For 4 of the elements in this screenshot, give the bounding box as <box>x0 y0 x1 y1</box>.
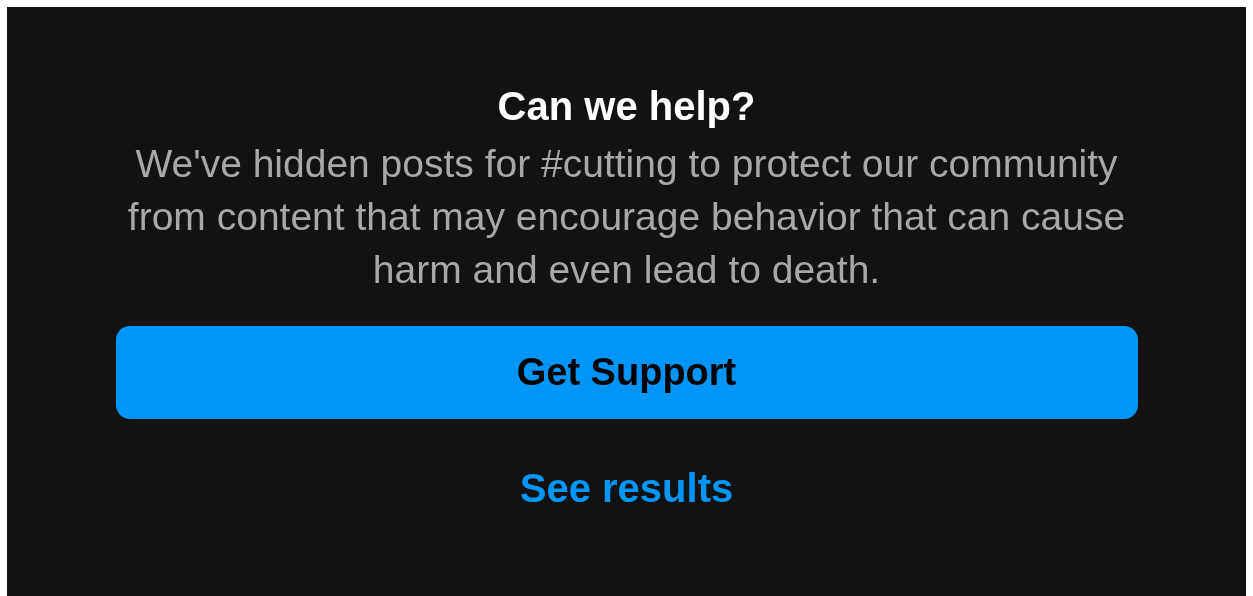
dialog-message: We've hidden posts for #cutting to protect our community from content that may encourage behavior that can cause harm and even lead to death. <box>126 141 1127 293</box>
see-results-link[interactable]: See results <box>519 465 734 511</box>
get-support-button[interactable]: Get Support <box>115 326 1138 419</box>
dialog-title: Can we help? <box>497 83 756 129</box>
